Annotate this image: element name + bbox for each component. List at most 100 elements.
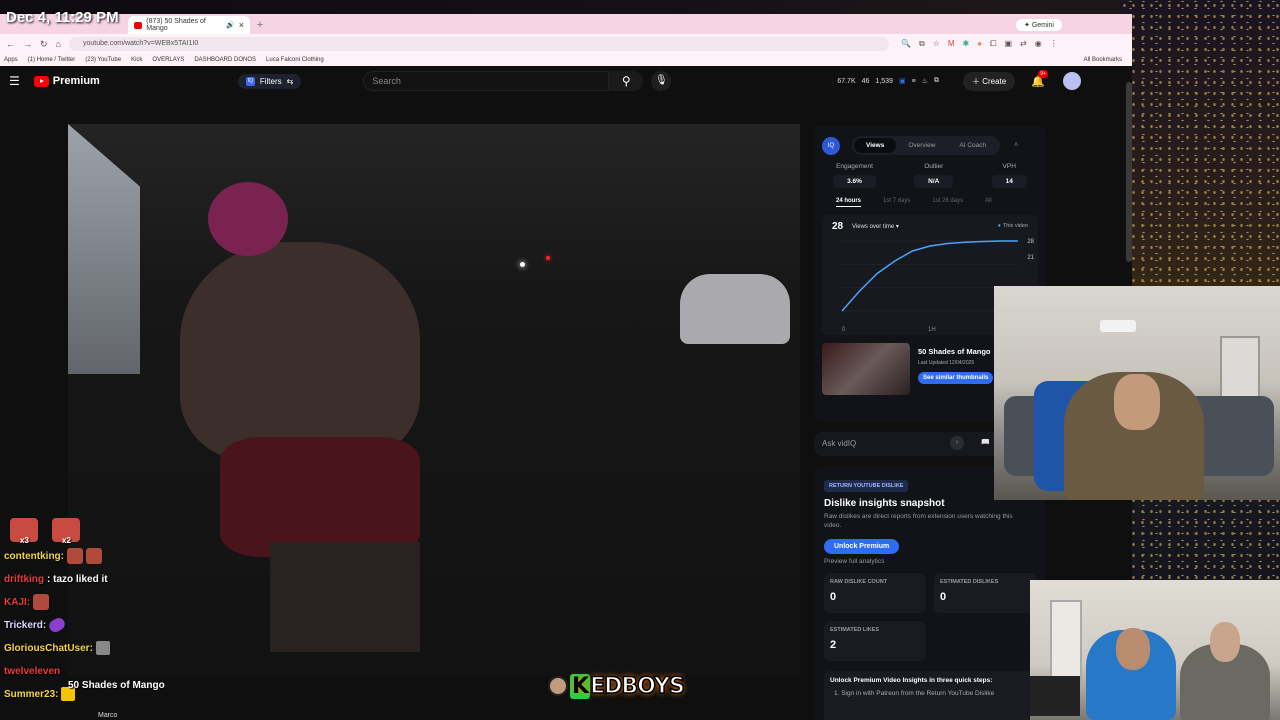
webcam-secondary: [1030, 580, 1280, 720]
emote-icon: x3: [10, 518, 38, 545]
youtube-favicon-icon: [134, 21, 143, 29]
book-icon[interactable]: 📖: [981, 438, 990, 446]
extension-icon: ✱: [962, 39, 970, 48]
gmail-icon: M: [947, 39, 955, 48]
extension-icon: ⇄: [1020, 39, 1027, 48]
address-bar-row: ← → ↻ ⌂ youtube.com/watch?v=WEBx5TAI1I0 …: [0, 34, 1132, 54]
youtube-logo[interactable]: Premium: [33, 75, 100, 87]
unlock-premium-button[interactable]: Unlock Premium: [824, 538, 900, 554]
star-icon: ☆: [932, 39, 940, 48]
vidiq-logo: IQ: [822, 136, 840, 155]
new-tab-button[interactable]: +: [250, 16, 270, 34]
profile-icon: ◉: [1034, 39, 1042, 48]
url-field[interactable]: youtube.com/watch?v=WEBx5TAI1I0: [68, 37, 889, 51]
close-tab-icon[interactable]: ×: [239, 20, 244, 30]
all-bookmarks[interactable]: All Bookmarks: [1084, 57, 1122, 63]
parked-car: [680, 274, 790, 344]
emote-icon: [33, 594, 50, 610]
sidepanel-icon: ▣: [1004, 39, 1013, 48]
forward-icon[interactable]: →: [23, 39, 32, 49]
emote-icon: [67, 548, 83, 564]
bookmark-item[interactable]: DASHBOARD DONOS: [194, 57, 256, 63]
range-7d[interactable]: 1st 7 days: [883, 198, 910, 207]
speaker-icon[interactable]: 🔊: [226, 21, 235, 29]
channel-stats: 67.7K 46 1,539 ▣ ≡ ♨ ⧉: [837, 77, 939, 85]
reload-icon[interactable]: ↻: [40, 39, 48, 50]
bookmark-item[interactable]: Kick: [131, 57, 142, 63]
overlay-clock: Dec 4, 11:29 PM: [6, 9, 119, 26]
tab-strip: (873) 50 Shades of Mango 🔊 × + ✦ Gemini: [0, 14, 1132, 34]
chat-line: twelveleven: [4, 665, 61, 677]
tab-ai-coach[interactable]: AI Coach: [947, 138, 998, 153]
gemini-button[interactable]: ✦ Gemini: [1016, 19, 1062, 31]
range-all[interactable]: All: [985, 198, 992, 207]
metric-vph: VPH 14: [991, 163, 1027, 188]
chat-line: driftking: tazo liked it: [4, 573, 108, 585]
tab-views[interactable]: Views: [854, 138, 897, 153]
now-playing-sub: Marco: [98, 712, 118, 719]
y-label: 21: [1027, 255, 1034, 261]
stream-chat: x3 x2 contentking: driftking: tazo liked…: [4, 518, 244, 703]
see-similar-button[interactable]: See similar thumbnails: [918, 372, 994, 384]
search-icon[interactable]: ⚲: [609, 71, 644, 91]
subscribers-stat: 67.7K: [837, 77, 856, 85]
thumb-title: 50 Shades of Mango: [918, 347, 991, 356]
tab-overview[interactable]: Overview: [896, 138, 947, 153]
streetlight: [520, 262, 525, 267]
estimated-dislikes-box: ESTIMATED DISLIKES 0: [934, 572, 1036, 613]
bookmark-item[interactable]: Apps: [4, 57, 18, 63]
collapse-icon[interactable]: ˄: [1014, 142, 1018, 149]
time-range-tabs: 24 hours 1st 7 days 1st 28 days All: [814, 188, 1046, 207]
premium-steps: Unlock Premium Video Insights in three q…: [824, 670, 1036, 720]
home-icon[interactable]: ⌂: [56, 39, 61, 49]
tab-title: (873) 50 Shades of Mango: [146, 18, 206, 32]
filters-button[interactable]: IQ Filters ⇆: [237, 73, 302, 89]
bookmarks-bar: Apps (1) Home / Twitter (23) YouTube Kic…: [0, 54, 1132, 66]
now-playing: 50 Shades of Mango: [68, 680, 165, 691]
youtube-icon: [33, 75, 49, 87]
range-24h[interactable]: 24 hours: [836, 198, 862, 207]
tab-youtube[interactable]: (873) 50 Shades of Mango 🔊 ×: [128, 16, 250, 34]
raw-dislike-box: RAW DISLIKE COUNT 0: [824, 572, 926, 613]
video-thumbnail[interactable]: [822, 343, 910, 395]
menu-icon: ⋮: [1049, 39, 1058, 48]
kedboys-logo: KEDBOYS: [548, 668, 734, 704]
series-line-this-video: [841, 240, 1018, 312]
views-stat: 1,539: [875, 77, 893, 85]
notification-count: 9+: [1038, 69, 1048, 78]
bookmark-item[interactable]: OVERLAYS: [152, 57, 184, 63]
send-icon[interactable]: ›: [950, 436, 964, 450]
house-wall: [68, 124, 140, 374]
chat-line: KAJI:: [4, 593, 244, 611]
stream-canvas: Dec 4, 11:29 PM (873) 50 Shades of Mango…: [0, 0, 1280, 720]
vidiq-tabs: Views Overview AI Coach: [852, 136, 1001, 155]
metric-engagement: Engagement 3.6%: [833, 163, 876, 188]
bookmark-item[interactable]: (1) Home / Twitter: [28, 57, 76, 63]
bookmark-item[interactable]: (23) YouTube: [85, 57, 121, 63]
range-28d[interactable]: 1st 28 days: [932, 198, 963, 207]
chat-line: Trickerd:: [4, 615, 244, 635]
dislike-tag: RETURN YOUTUBE DISLIKE: [824, 480, 909, 492]
dislike-desc: Raw dislikes are direct reports from ext…: [824, 513, 1013, 529]
menu-icon[interactable]: ☰: [9, 74, 20, 88]
search-input[interactable]: Search: [363, 71, 610, 91]
install-icon: ⧉: [918, 39, 925, 48]
extension-icon: ●: [977, 39, 983, 48]
mic-icon[interactable]: 🎙: [651, 71, 672, 91]
back-icon[interactable]: ←: [6, 39, 15, 49]
emote-icon: [95, 641, 110, 655]
preview-text: Preview full analytics: [824, 557, 885, 565]
create-button[interactable]: ＋ Create: [962, 71, 1016, 91]
emote-icon: x2: [52, 518, 80, 545]
bookmark-item[interactable]: Luca Falconi Clothing: [266, 57, 324, 63]
avatar[interactable]: [1062, 72, 1081, 90]
youtube-header: ☰ Premium IQ Filters ⇆ Search ⚲ 🎙 67.7K 4…: [0, 66, 1132, 96]
y-label: 28: [1027, 239, 1034, 245]
x-label: 0: [842, 327, 846, 333]
vidiq-badge-icon: IQ: [245, 76, 255, 86]
dislike-card: RETURN YOUTUBE DISLIKE Dislike insights …: [814, 466, 1046, 720]
extension-icons[interactable]: 🔍 ⧉ ☆ M ✱ ● ⧠ ▣ ⇄ ◉ ⋮: [901, 39, 1058, 49]
bell-icon[interactable]: 🔔 9+: [1031, 69, 1048, 88]
scrollbar[interactable]: [1126, 82, 1132, 262]
estimated-likes-box: ESTIMATED LIKES 2: [824, 620, 926, 661]
